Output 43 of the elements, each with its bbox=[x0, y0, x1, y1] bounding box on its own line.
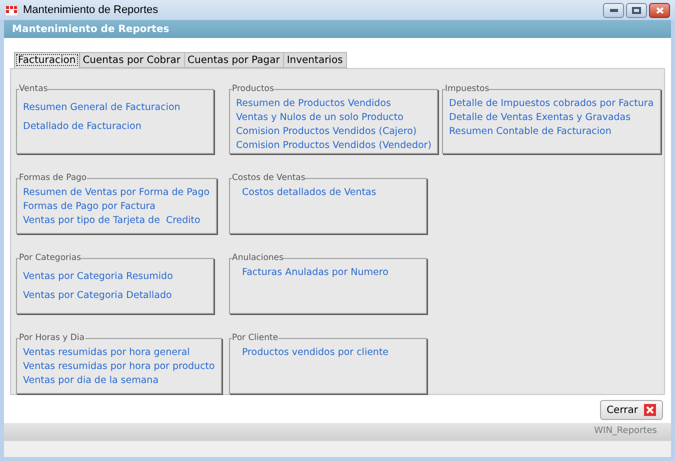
header-title: Mantenimiento de Reportes bbox=[12, 22, 170, 36]
maximize-button[interactable] bbox=[626, 2, 647, 18]
report-link[interactable]: Detallado de Facturacion bbox=[23, 120, 207, 134]
close-button[interactable] bbox=[649, 2, 670, 18]
report-link[interactable]: Ventas por dia de la semana bbox=[23, 374, 215, 388]
group-title: Por Categorias bbox=[19, 252, 82, 265]
report-link[interactable]: Productos vendidos por cliente bbox=[242, 346, 420, 360]
group-title: Por Horas y Dia bbox=[19, 332, 84, 345]
app-icon bbox=[5, 4, 18, 16]
minimize-button[interactable] bbox=[603, 2, 624, 18]
report-link[interactable]: Ventas resumidas por hora general bbox=[23, 346, 215, 360]
report-link[interactable]: Ventas por tipo de Tarjeta de Credito bbox=[23, 214, 210, 228]
close-icon bbox=[656, 6, 664, 14]
group-title: Ventas bbox=[19, 83, 48, 96]
window-title: Mantenimiento de Reportes bbox=[23, 2, 158, 18]
report-link[interactable]: Detalle de Ventas Exentas y Gravadas bbox=[449, 110, 654, 125]
tab[interactable]: Facturacion bbox=[14, 52, 80, 68]
group-title: Formas de Pago bbox=[19, 172, 87, 185]
report-link[interactable]: Formas de Pago por Factura bbox=[23, 200, 210, 214]
report-link[interactable]: Resumen General de Facturacion bbox=[23, 100, 207, 115]
report-link[interactable]: Ventas por Categoria Detallado bbox=[23, 288, 207, 303]
report-link[interactable]: Ventas y Nulos de un solo Producto bbox=[236, 110, 432, 125]
group-title: Costos de Ventas bbox=[232, 172, 306, 185]
group-title: Por Cliente bbox=[232, 332, 278, 345]
group-title: Productos bbox=[232, 83, 274, 96]
report-link[interactable]: Resumen de Ventas por Forma de Pago bbox=[23, 186, 210, 200]
report-link[interactable]: Resumen Contable de Facturacion bbox=[449, 124, 654, 139]
report-link[interactable]: Resumen de Productos Vendidos bbox=[236, 96, 432, 111]
report-link[interactable]: Costos detallados de Ventas bbox=[242, 186, 420, 200]
report-link[interactable]: Comision Productos Vendidos (Vendedor) bbox=[236, 138, 432, 153]
report-link[interactable]: Ventas por Categoria Resumido bbox=[23, 270, 207, 284]
tab[interactable]: Cuentas por Cobrar bbox=[80, 52, 185, 68]
close-icon bbox=[644, 404, 656, 416]
status-text: WIN_Reportes bbox=[594, 425, 657, 438]
tab[interactable]: Inventarios bbox=[284, 52, 347, 68]
report-link[interactable]: Facturas Anuladas por Numero bbox=[242, 266, 420, 280]
group-title: Impuestos bbox=[445, 83, 490, 96]
tab[interactable]: Cuentas por Pagar bbox=[184, 52, 284, 68]
group-title: Anulaciones bbox=[232, 252, 284, 265]
report-link[interactable]: Detalle de Impuestos cobrados por Factura bbox=[449, 96, 654, 111]
close-report-button[interactable]: Cerrar bbox=[600, 400, 663, 420]
report-link[interactable]: Comision Productos Vendidos (Cajero) bbox=[236, 124, 432, 139]
report-link[interactable]: Ventas resumidas por hora por producto bbox=[23, 360, 215, 374]
